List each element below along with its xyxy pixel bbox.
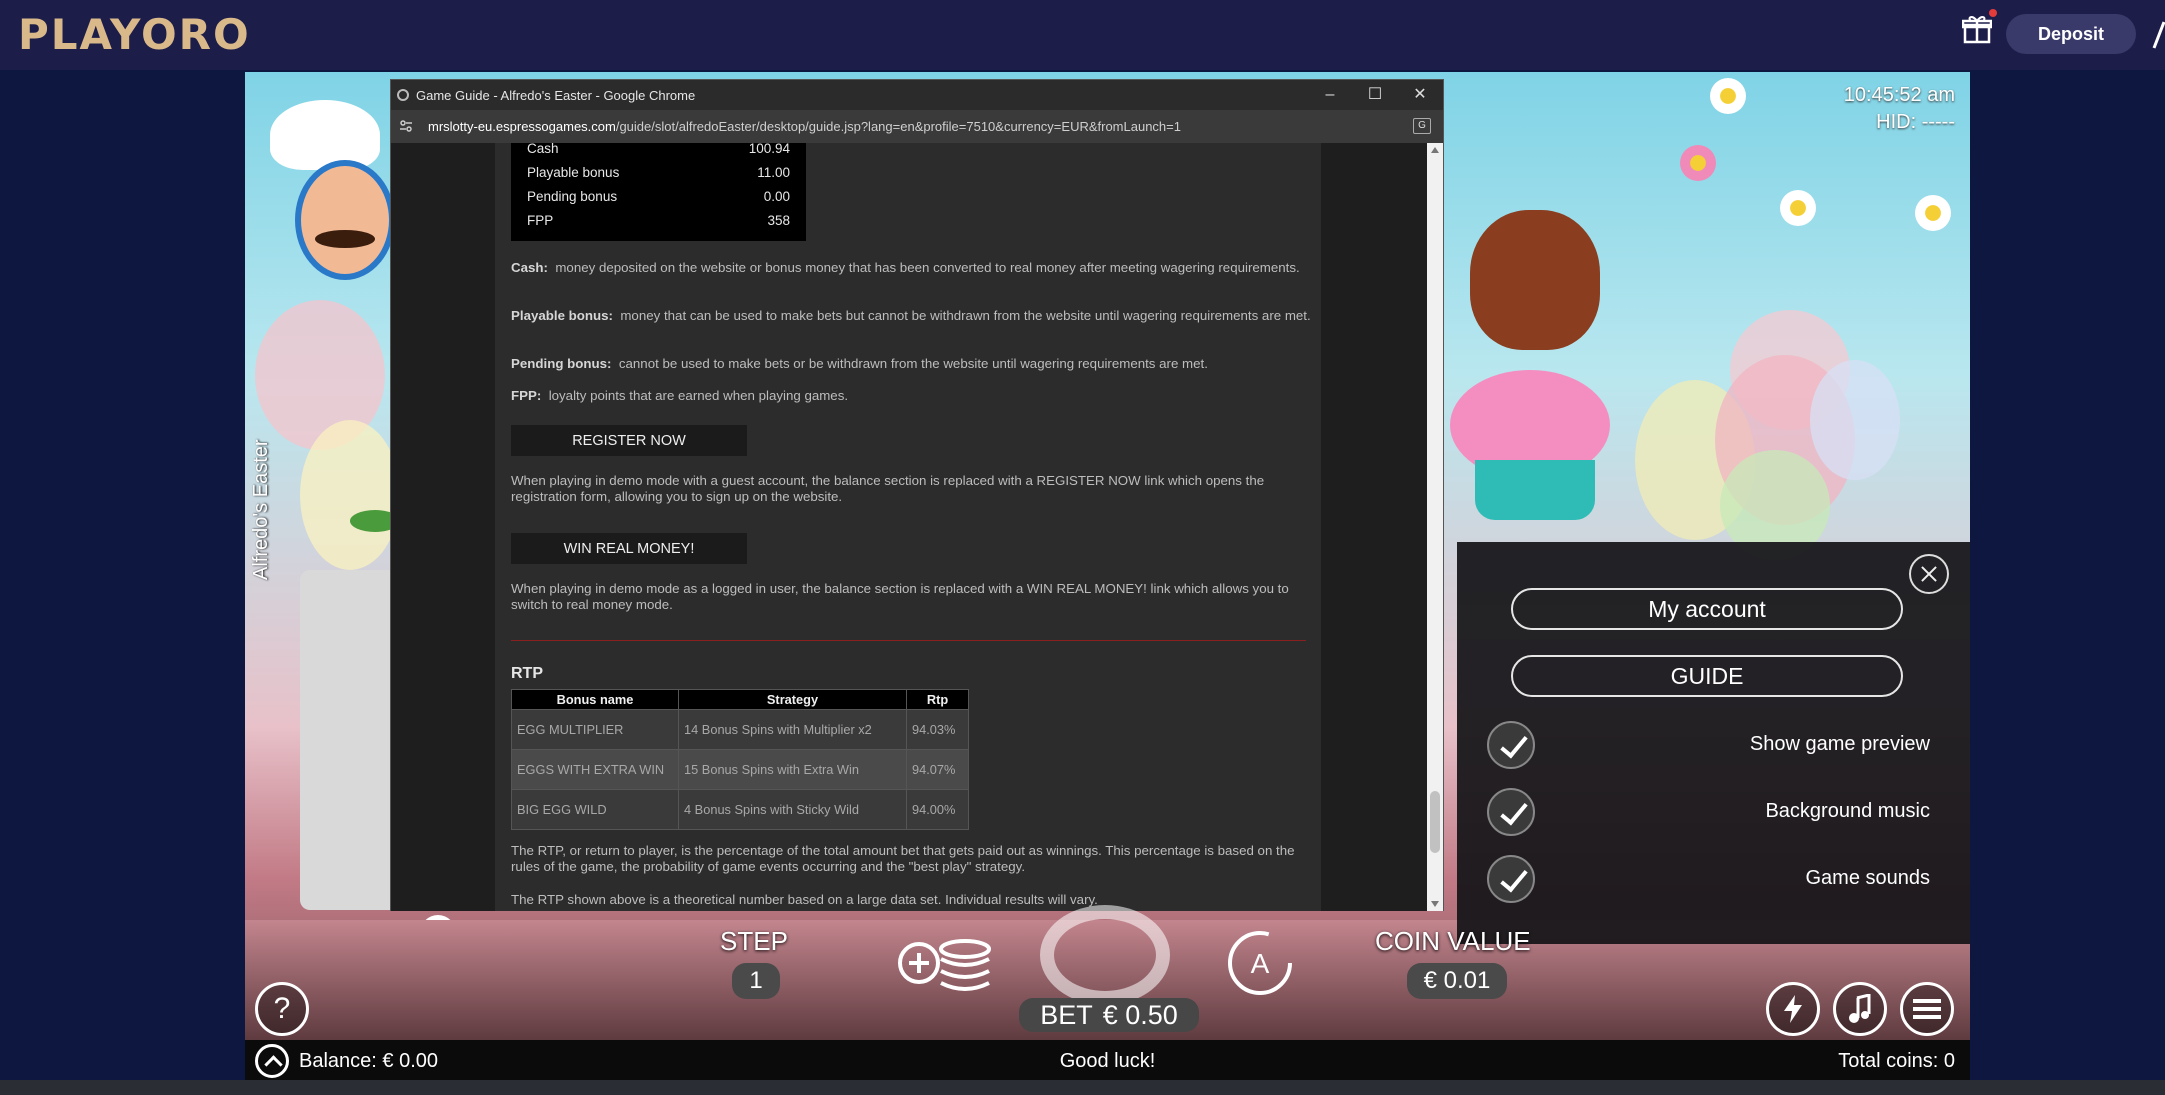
win-real-money-button: WIN REAL MONEY!	[511, 533, 747, 564]
rtp-table: Bonus name Strategy Rtp EGG MULTIPLIER 1…	[511, 689, 969, 830]
coin-value-label: COIN VALUE	[1375, 926, 1531, 956]
site-settings-icon[interactable]	[399, 119, 413, 133]
settings-menu: My account GUIDE Show game preview Backg…	[1457, 542, 1970, 944]
fpp-description: FPP: loyalty points that are earned when…	[511, 388, 849, 403]
url-path: /guide/slot/alfredoEaster/desktop/guide.…	[615, 119, 1181, 134]
notification-dot	[1989, 9, 1997, 17]
flower	[1710, 78, 1746, 114]
chrome-titlebar: Game Guide - Alfredo's Easter - Google C…	[391, 80, 1443, 110]
deposit-button[interactable]: Deposit	[2006, 14, 2136, 54]
url-text[interactable]: mrslotty-eu.espressogames.com/guide/slot…	[428, 119, 1181, 134]
game-clock: 10:45:52 am HID: -----	[1750, 82, 1955, 136]
table-row: EGG MULTIPLIER 14 Bonus Spins with Multi…	[511, 709, 969, 750]
pending-bonus-description: Pending bonus: cannot be used to make be…	[511, 356, 1208, 371]
rtp-heading: RTP	[511, 665, 543, 682]
bet-value: € 0.50	[1102, 999, 1178, 1030]
game-status-bar: Balance: € 0.00 Good luck! Total coins: …	[245, 1040, 1970, 1080]
column-header: Strategy	[678, 689, 907, 710]
chrome-popup-window: Game Guide - Alfredo's Easter - Google C…	[390, 79, 1444, 911]
column-header: Rtp	[906, 689, 969, 710]
win-real-money-description: When playing in demo mode as a logged in…	[511, 581, 1289, 612]
page-bottom-band	[0, 1080, 2165, 1095]
scroll-up-arrow-icon[interactable]	[1431, 147, 1439, 153]
flower	[1680, 145, 1716, 181]
status-message: Good luck!	[1059, 1050, 1156, 1072]
partial-icon	[2152, 21, 2165, 49]
game-sounds-checkbox[interactable]	[1487, 855, 1535, 903]
background-music-checkbox[interactable]	[1487, 788, 1535, 836]
balance-row: Cash 100.94	[527, 143, 790, 156]
playable-bonus-description: Playable bonus: money that can be used t…	[511, 308, 1311, 323]
guide-viewport: Cash 100.94 Playable bonus 11.00 Pending…	[391, 143, 1443, 911]
music-note-icon[interactable]	[1833, 982, 1887, 1036]
my-account-button[interactable]: My account	[1511, 588, 1903, 630]
table-row: BIG EGG WILD 4 Bonus Spins with Sticky W…	[511, 789, 969, 830]
column-header: Bonus name	[511, 689, 679, 710]
vertical-scrollbar[interactable]	[1427, 143, 1443, 911]
flower	[1915, 195, 1951, 231]
turbo-icon[interactable]	[1766, 982, 1820, 1036]
help-button[interactable]: ?	[255, 982, 309, 1036]
rtp-disclaimer: The RTP shown above is a theoretical num…	[511, 892, 1098, 907]
balance-row: Pending bonus 0.00	[527, 189, 790, 204]
total-coins-display: Total coins: 0	[1838, 1050, 1955, 1072]
game-title-vertical: Alfredo's Easter	[250, 439, 272, 580]
background-music-label: Background music	[1765, 800, 1930, 822]
balloon	[1810, 360, 1900, 480]
cupcake-cup	[1475, 460, 1595, 520]
bet-display: BET € 0.50	[1019, 998, 1199, 1032]
address-bar[interactable]: mrslotty-eu.espressogames.com/guide/slot…	[391, 110, 1443, 143]
show-game-preview-label: Show game preview	[1749, 733, 1930, 755]
svg-text:A: A	[1251, 948, 1270, 979]
spin-button[interactable]	[1040, 905, 1170, 1005]
scroll-down-arrow-icon[interactable]	[1431, 901, 1439, 907]
cash-description: Cash: money deposited on the website or …	[511, 260, 1300, 275]
hamburger-menu-icon[interactable]	[1900, 982, 1954, 1036]
chef-mustache	[315, 230, 375, 248]
clock-time: 10:45:52 am	[1843, 84, 1955, 106]
flower	[1780, 190, 1816, 226]
register-now-button: REGISTER NOW	[511, 425, 747, 456]
section-divider	[511, 640, 1306, 641]
balance-row: Playable bonus 11.00	[527, 165, 790, 180]
register-now-description: When playing in demo mode with a guest a…	[511, 473, 1265, 504]
bet-label: BET	[1040, 999, 1093, 1030]
balance-example-box: Cash 100.94 Playable bonus 11.00 Pending…	[511, 143, 806, 241]
chocolate-bunny	[1470, 210, 1600, 350]
guide-content: Cash 100.94 Playable bonus 11.00 Pending…	[495, 143, 1321, 911]
minimize-button[interactable]: –	[1318, 84, 1342, 106]
maximize-button[interactable]: ☐	[1363, 84, 1387, 106]
url-host: mrslotty-eu.espressogames.com	[428, 119, 616, 134]
table-header-row: Bonus name Strategy Rtp	[511, 689, 969, 710]
guide-button[interactable]: GUIDE	[1511, 655, 1903, 697]
autoplay-icon[interactable]: A	[1225, 928, 1295, 998]
balloon	[300, 420, 400, 570]
balance-row: FPP 358	[527, 213, 790, 228]
show-game-preview-checkbox[interactable]	[1487, 721, 1535, 769]
step-value[interactable]: 1	[732, 963, 780, 999]
site-logo[interactable]: PLAYORO	[18, 10, 251, 59]
scrollbar-thumb[interactable]	[1430, 791, 1440, 853]
close-icon[interactable]	[1909, 554, 1949, 594]
translate-icon[interactable]: G	[1413, 118, 1431, 134]
coin-value[interactable]: € 0.01	[1407, 963, 1507, 999]
window-title: Game Guide - Alfredo's Easter - Google C…	[416, 88, 696, 103]
site-header: PLAYORO Deposit	[0, 0, 2165, 70]
step-label: STEP	[720, 926, 788, 956]
rtp-description: The RTP, or return to player, is the per…	[511, 843, 1295, 874]
close-window-button[interactable]: ✕	[1408, 84, 1432, 106]
table-row: EGGS WITH EXTRA WIN 15 Bonus Spins with …	[511, 749, 969, 790]
hid-label: HID: -----	[1876, 111, 1955, 133]
globe-icon	[397, 89, 409, 101]
add-coins-icon[interactable]	[897, 933, 992, 998]
chef-character	[295, 160, 395, 280]
chef-hat	[270, 100, 380, 170]
game-sounds-label: Game sounds	[1805, 867, 1930, 889]
gift-icon[interactable]	[1962, 14, 1992, 44]
